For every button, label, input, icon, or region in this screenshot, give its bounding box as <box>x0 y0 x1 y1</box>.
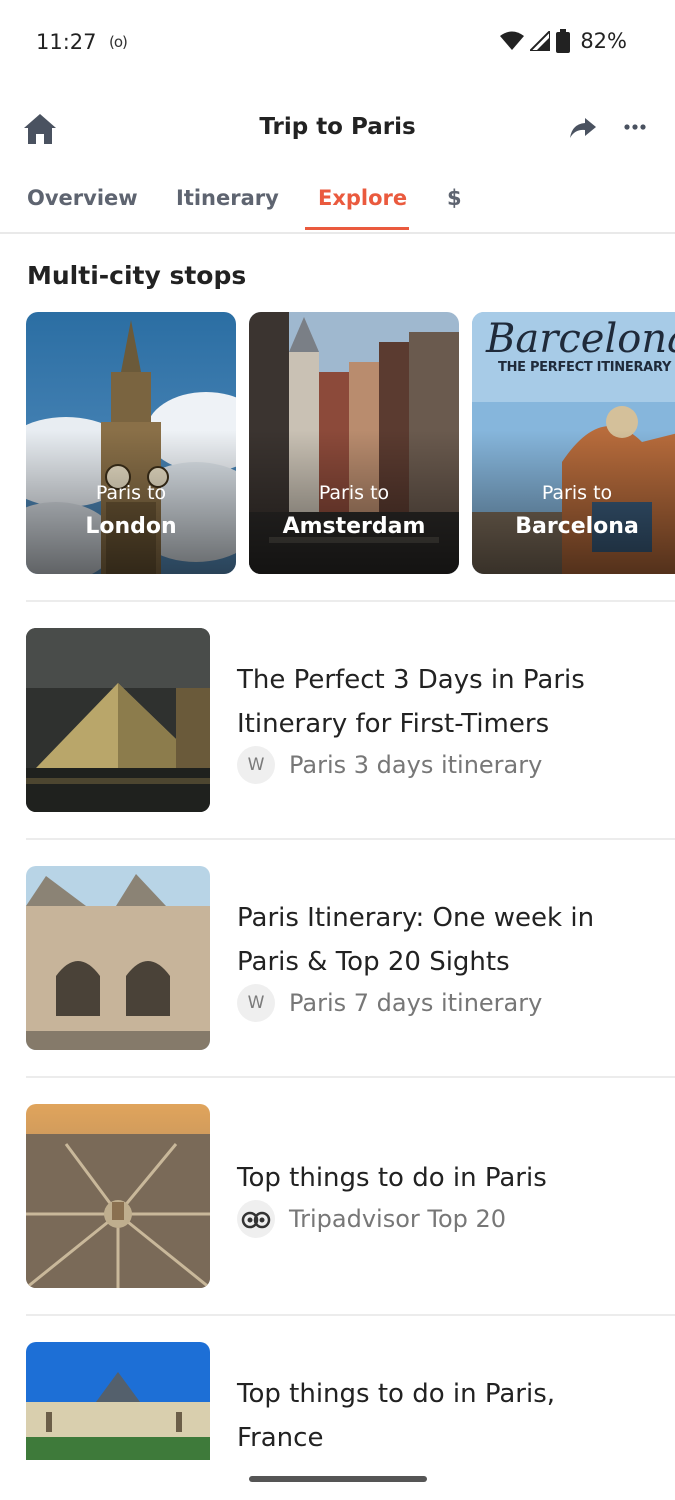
divider <box>26 1314 675 1316</box>
source-label: Paris 3 days itinerary <box>289 751 543 779</box>
multi-city-carousel[interactable]: Paris to London Paris to Amsterdam Barce… <box>26 312 675 574</box>
list-item[interactable]: Paris Itinerary: One week in Paris & Top… <box>0 866 675 1050</box>
active-tab-indicator <box>305 227 409 230</box>
divider <box>26 600 675 602</box>
signal-icon <box>530 31 551 51</box>
item-source: W Paris 3 days itinerary <box>237 746 542 784</box>
top-app-bar: Trip to Paris <box>0 100 675 156</box>
card-city: London <box>85 514 177 539</box>
item-title: Top things to do in Paris <box>237 1163 547 1193</box>
barcelona-subheading: THE PERFECT ITINERARY <box>498 360 672 375</box>
orsay-thumbnail <box>26 866 210 1050</box>
source-avatar: W <box>237 746 275 784</box>
card-subtitle: Paris to <box>95 482 167 504</box>
card-amsterdam[interactable]: Paris to Amsterdam <box>249 312 459 574</box>
list-item[interactable]: Top things to do in Paris, France <box>0 1342 675 1460</box>
paris-aerial-thumbnail <box>26 1104 210 1288</box>
louvre-thumbnail <box>26 628 210 812</box>
battery-icon <box>556 29 571 53</box>
item-source: Tripadvisor Top 20 <box>237 1200 506 1238</box>
battery-percent: 82% <box>580 29 627 53</box>
item-title: Paris Itinerary: One week in Paris & Top… <box>237 903 595 977</box>
wifi-icon <box>500 31 525 50</box>
item-title: The Perfect 3 Days in Paris Itinerary fo… <box>237 665 585 739</box>
source-label: Tripadvisor Top 20 <box>289 1205 507 1233</box>
card-city: Barcelona <box>515 514 639 539</box>
divider <box>26 838 675 840</box>
tab-explore[interactable]: Explore <box>318 186 407 210</box>
item-title: Top things to do in Paris, France <box>237 1379 556 1453</box>
clock: 11:27 <box>36 30 97 54</box>
tab-itinerary[interactable]: Itinerary <box>176 186 279 210</box>
status-bar: 11:27 (o) 82% <box>0 0 675 84</box>
item-source: W Paris 7 days itinerary <box>237 984 542 1022</box>
tab-budget[interactable]: $ <box>447 186 462 210</box>
tab-overview[interactable]: Overview <box>27 186 138 210</box>
section-title: Multi-city stops <box>27 261 247 290</box>
card-london[interactable]: Paris to London <box>26 312 236 574</box>
status-icons: 82% <box>500 29 627 53</box>
source-label: Paris 7 days itinerary <box>289 989 543 1017</box>
source-avatar: W <box>237 984 275 1022</box>
trip-tabs: Overview Itinerary Explore $ <box>0 172 675 234</box>
tripadvisor-owl-icon <box>237 1200 275 1238</box>
list-item[interactable]: Top things to do in Paris Tripadvisor To… <box>0 1104 675 1288</box>
barcelona-script-text: Barcelona <box>486 316 675 362</box>
home-indicator[interactable] <box>249 1476 427 1482</box>
card-subtitle: Paris to <box>318 482 390 504</box>
luxembourg-palace-thumbnail <box>26 1342 210 1460</box>
card-barcelona[interactable]: Barcelona THE PERFECT ITINERARY Paris to… <box>472 312 675 574</box>
list-item[interactable]: The Perfect 3 Days in Paris Itinerary fo… <box>0 628 675 812</box>
card-subtitle: Paris to <box>541 482 613 504</box>
divider <box>26 1076 675 1078</box>
share-icon[interactable] <box>569 115 597 141</box>
card-city: Amsterdam <box>282 514 426 539</box>
radio-icon: (o) <box>109 33 128 51</box>
more-options-icon[interactable] <box>622 116 648 138</box>
